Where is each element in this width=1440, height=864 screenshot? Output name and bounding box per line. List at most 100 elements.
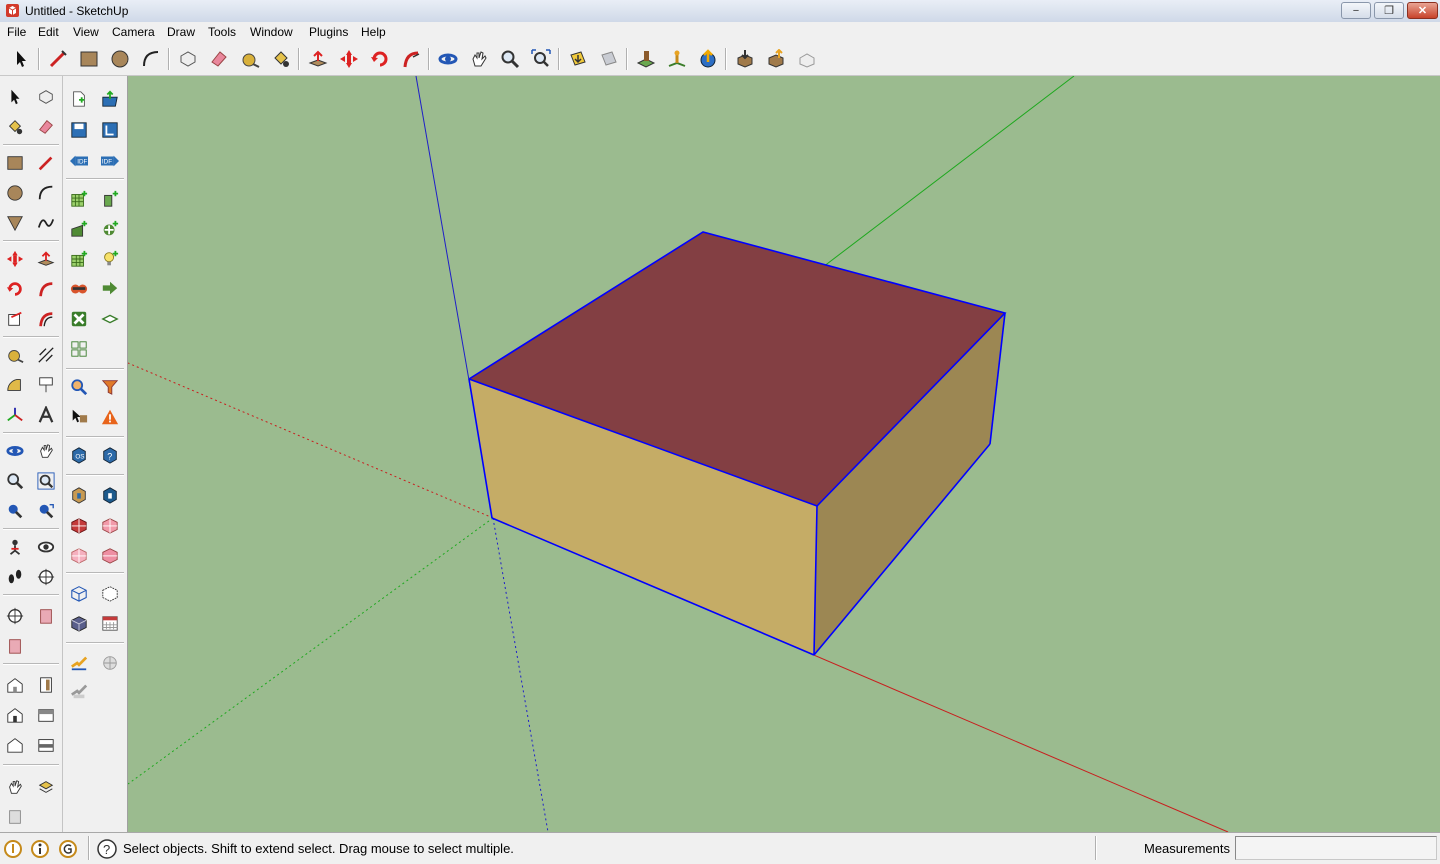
render-by-construction-icon[interactable]	[66, 512, 92, 538]
google-earth-icon[interactable]	[696, 47, 720, 71]
openstudio-icon[interactable]: OS	[66, 442, 92, 468]
scale-tool-icon[interactable]	[2, 306, 28, 332]
menu-window[interactable]: Window	[250, 25, 293, 39]
surface-intersect-icon[interactable]	[66, 306, 92, 332]
render-mode-icon[interactable]	[66, 336, 92, 362]
new-zone-icon[interactable]	[66, 186, 92, 212]
select-tool-icon[interactable]	[2, 84, 28, 110]
section-cuts-tool-icon[interactable]	[33, 603, 59, 629]
push-pull-icon[interactable]	[306, 47, 330, 71]
save-file-icon[interactable]	[66, 117, 92, 143]
menu-file[interactable]: File	[7, 25, 26, 39]
paint-bucket-icon[interactable]	[269, 47, 293, 71]
back-view-icon[interactable]	[2, 732, 28, 758]
open-file-icon[interactable]	[97, 86, 123, 112]
zoom-window-tool-icon[interactable]	[33, 468, 59, 494]
circle-icon[interactable]	[108, 47, 132, 71]
menu-tools[interactable]: Tools	[208, 25, 236, 39]
help-icon[interactable]: ?	[97, 442, 123, 468]
push-pull-tool-icon[interactable]	[33, 246, 59, 272]
iso-view-icon[interactable]	[2, 672, 28, 698]
arc-icon[interactable]	[139, 47, 163, 71]
sandbox-smoove-icon[interactable]	[2, 774, 28, 800]
sandbox-stamp-icon[interactable]	[33, 774, 59, 800]
zoom-tool-icon[interactable]	[2, 468, 28, 494]
minimize-button[interactable]: −	[1341, 2, 1371, 19]
tape-measure-tool-icon[interactable]	[2, 342, 28, 368]
inspector-icon[interactable]	[66, 374, 92, 400]
share-component-icon[interactable]	[795, 47, 819, 71]
menu-help[interactable]: Help	[361, 25, 386, 39]
new-file-icon[interactable]	[66, 86, 92, 112]
circle-tool-icon[interactable]	[2, 180, 28, 206]
follow-me-icon[interactable]	[399, 47, 423, 71]
toggle-terrain-icon[interactable]	[665, 47, 689, 71]
rotate-icon[interactable]	[368, 47, 392, 71]
rectangle-tool-icon[interactable]	[2, 150, 28, 176]
eraser-tool-icon[interactable]	[33, 114, 59, 140]
make-component-tool-icon[interactable]	[33, 84, 59, 110]
position-camera-tool-icon[interactable]	[2, 534, 28, 560]
save-as-icon[interactable]	[97, 117, 123, 143]
front-view-icon[interactable]	[33, 672, 59, 698]
render-by-thermal-zone-icon[interactable]	[66, 542, 92, 568]
new-illuminance-map-icon[interactable]	[97, 246, 123, 272]
next-view-icon[interactable]	[597, 47, 621, 71]
pan-icon[interactable]	[467, 47, 491, 71]
menu-camera[interactable]: Camera	[112, 25, 155, 39]
orbit-tool-icon[interactable]	[2, 438, 28, 464]
hidden-line-icon[interactable]	[97, 580, 123, 606]
protractor-tool-icon[interactable]	[2, 372, 28, 398]
pan-tool-icon[interactable]	[33, 438, 59, 464]
shaded-icon[interactable]	[66, 610, 92, 636]
wireframe-icon[interactable]	[66, 580, 92, 606]
run-simulation-icon[interactable]	[66, 650, 92, 676]
section-fill-tool-icon[interactable]	[2, 633, 28, 659]
rectangle-icon[interactable]	[77, 47, 101, 71]
restore-button[interactable]: ❐	[1374, 2, 1404, 19]
model-canvas[interactable]	[128, 76, 1440, 832]
credits-icon[interactable]	[29, 838, 51, 860]
geolocation-icon[interactable]	[2, 838, 24, 860]
warning-icon[interactable]	[97, 404, 123, 430]
move-icon[interactable]	[337, 47, 361, 71]
polygon-tool-icon[interactable]	[2, 210, 28, 236]
sign-in-icon[interactable]	[57, 838, 79, 860]
schedule-icon[interactable]	[97, 610, 123, 636]
new-glare-sensor-icon[interactable]	[66, 276, 92, 302]
paint-bucket-tool-icon[interactable]	[2, 114, 28, 140]
layers-icon[interactable]	[2, 804, 28, 830]
top-view-icon[interactable]	[2, 702, 28, 728]
zoom-icon[interactable]	[498, 47, 522, 71]
menu-view[interactable]: View	[73, 25, 99, 39]
new-attached-shading-icon[interactable]	[97, 216, 123, 242]
3d-text-tool-icon[interactable]	[33, 402, 59, 428]
eraser-icon[interactable]	[207, 47, 231, 71]
follow-me-tool-icon[interactable]	[33, 276, 59, 302]
section-display-tool-icon[interactable]	[2, 603, 28, 629]
section-plane-tool-icon[interactable]	[33, 564, 59, 590]
orbit-icon[interactable]	[436, 47, 460, 71]
tape-measure-icon[interactable]	[238, 47, 262, 71]
left-view-icon[interactable]	[33, 732, 59, 758]
axes-tool-icon[interactable]	[2, 402, 28, 428]
text-tool-icon[interactable]	[33, 372, 59, 398]
new-interior-partition-icon[interactable]	[66, 216, 92, 242]
move-tool-icon[interactable]	[2, 246, 28, 272]
run-results-icon[interactable]	[97, 650, 123, 676]
instructor-help-icon[interactable]: ?	[96, 838, 118, 860]
line-icon[interactable]	[46, 47, 70, 71]
info-tool-icon[interactable]	[66, 404, 92, 430]
render-by-boundary-icon[interactable]	[97, 482, 123, 508]
previous-view-icon[interactable]	[566, 47, 590, 71]
walk-tool-icon[interactable]	[2, 564, 28, 590]
close-button[interactable]: ✕	[1407, 2, 1438, 19]
freehand-tool-icon[interactable]	[33, 210, 59, 236]
arc-tool-icon[interactable]	[33, 180, 59, 206]
get-models-icon[interactable]	[733, 47, 757, 71]
surface-matching-icon[interactable]	[97, 276, 123, 302]
model-viewport[interactable]	[128, 76, 1440, 832]
line-tool-icon[interactable]	[33, 150, 59, 176]
offset-tool-icon[interactable]	[33, 306, 59, 332]
render-by-space-type-icon[interactable]	[97, 512, 123, 538]
